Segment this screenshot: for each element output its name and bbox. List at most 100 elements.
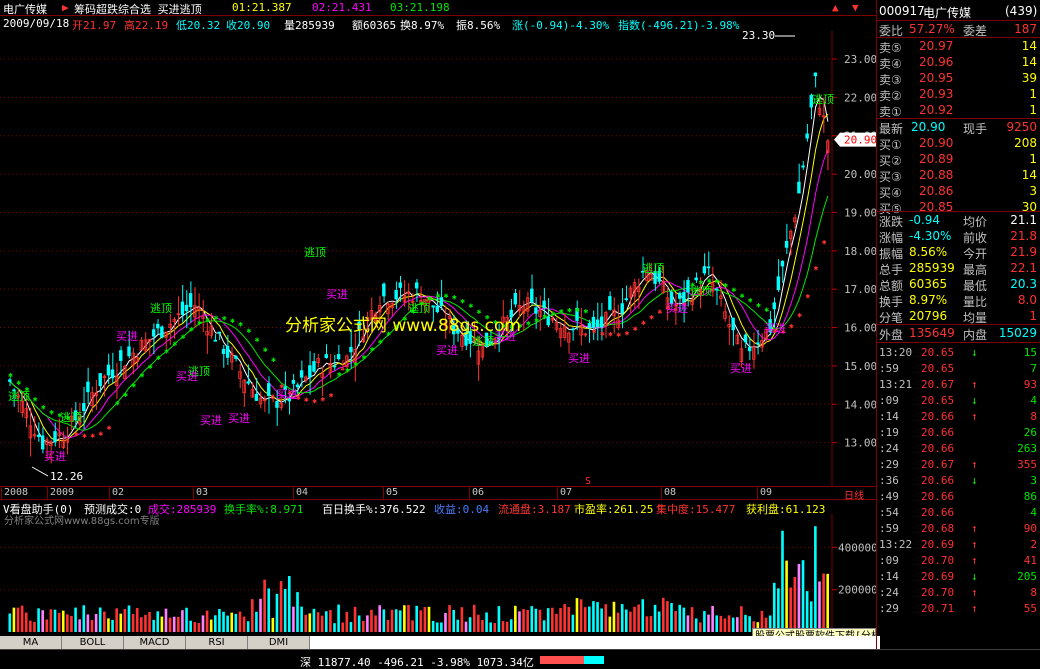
title-bar: 电广传媒 ▶ 筹码超跌综合选 买进逃顶 01:21.387 02:21.431 … <box>0 0 876 16</box>
buy-signal-label: 买进 <box>764 322 786 335</box>
signal-mark: ✱ <box>189 324 194 333</box>
volume-bar <box>740 606 743 632</box>
tick-cell: 20.65 <box>921 362 955 375</box>
volume-bar <box>588 606 591 632</box>
month-divider <box>661 487 662 499</box>
tab-dmi[interactable]: DMI <box>248 636 310 649</box>
volume-bar <box>526 609 529 632</box>
volume-bar <box>514 605 517 632</box>
volume-bar <box>805 591 809 632</box>
tab-macd[interactable]: MACD <box>124 636 186 649</box>
candle <box>542 300 546 309</box>
tick-row: :09 20.65 ↓ 4 <box>879 394 1039 409</box>
volume-bar <box>218 609 221 632</box>
volume-bar <box>686 615 690 632</box>
volume-bar <box>534 608 538 632</box>
volume-bar <box>41 610 44 632</box>
volume-bar <box>312 608 316 632</box>
candle <box>160 326 164 338</box>
volume-bar <box>246 621 250 632</box>
tick-cell: :14 <box>879 410 899 423</box>
sell-row-cell: 1 <box>1029 87 1037 101</box>
sell-row-cell: 1 <box>1029 103 1037 117</box>
candle <box>180 301 185 315</box>
volume-bar <box>90 620 94 632</box>
signal-mark: ✱ <box>789 322 794 331</box>
volume-chart[interactable]: 分析家公式网www.88gs.com专版 400000 200000 <box>0 514 876 635</box>
volume-bar <box>86 614 90 632</box>
down-arrow-icon[interactable]: ▼ <box>852 1 859 14</box>
volume-bar <box>575 598 579 632</box>
tab-boll[interactable]: BOLL <box>62 636 124 649</box>
kline-chart[interactable]: ✱✱✱✱✱✱ ✱ ✱✱ ✱ ✱ ✱✱✱✱✱✱✱✱✱✱✱✱✱ ✱ ✱ ✱ ✱ ✱✱✱✱✱✱✱✱ ✱ ✱ ✱ ✱… <box>0 31 876 486</box>
signal-mark: ✱ <box>797 311 802 320</box>
signal-mark: ✱ <box>460 296 465 305</box>
buy-row-cell: 14 <box>1021 168 1037 182</box>
tick-row: 13:21 20.67 ↑ 93 <box>879 378 1039 393</box>
volume-bar <box>481 619 484 632</box>
signal-mark: ✱ <box>600 329 605 338</box>
volume-bar <box>657 611 661 632</box>
volume-bar <box>477 614 480 632</box>
tick-row: :19 20.66 26 <box>879 426 1039 441</box>
tick-row: :14 20.69 ↓ 205 <box>879 570 1039 585</box>
sell-row-cell: 39 <box>1021 71 1037 85</box>
volume-bar <box>160 616 164 632</box>
signal-mark: ✱ <box>156 353 161 362</box>
indicator-tabs: MA BOLL MACD RSI DMI <box>0 636 880 649</box>
candle <box>324 354 328 359</box>
volume-bar <box>625 609 628 632</box>
candle <box>398 282 402 288</box>
max-price-label: 23.30 <box>742 31 775 42</box>
candle <box>308 365 312 378</box>
volume-bar <box>419 610 423 632</box>
volume-bar <box>287 575 291 632</box>
indicator-arrow-icon[interactable]: ▶ <box>62 1 69 14</box>
signal-mark: ✱ <box>320 395 325 404</box>
signal-mark: ✱ <box>172 339 177 348</box>
month-divider <box>469 487 470 499</box>
signal-mark: ✱ <box>140 371 145 380</box>
volume-bar <box>563 604 566 632</box>
signal-mark: ✱ <box>764 305 769 314</box>
volume-bar <box>263 579 266 632</box>
o1-value: 01:21.387 <box>232 1 292 14</box>
up-arrow-icon[interactable]: ▲ <box>832 1 839 14</box>
escape-signal-label: 逃顶 <box>408 302 430 315</box>
tick-cell: 20.67 <box>921 378 955 391</box>
tab-rsi[interactable]: RSI <box>186 636 248 649</box>
signal-mark: ✱ <box>361 353 366 362</box>
volume-bar <box>472 604 476 632</box>
volume-bar <box>727 615 731 632</box>
indicator-name[interactable]: 筹码超跌综合选 买进逃顶 <box>74 1 202 17</box>
volume-bar <box>308 613 312 632</box>
volume-bar <box>250 599 254 632</box>
buy-row: 买① 20.90 208 <box>879 135 1039 152</box>
buy-row-cell: 20.86 <box>919 184 954 198</box>
stock-name[interactable]: 电广传媒 <box>3 1 47 17</box>
volume-bar <box>386 619 390 632</box>
signal-mark: ✱ <box>616 330 621 339</box>
volume-bar <box>772 582 776 632</box>
panel-separator <box>877 342 1040 343</box>
volume-bar <box>185 607 188 632</box>
signal-mark: ✱ <box>435 291 440 300</box>
month-divider <box>1 487 2 499</box>
tick-cell: 205 <box>1017 570 1037 583</box>
volume-bar <box>74 607 77 632</box>
panel-header-cell: 000917 <box>879 4 925 18</box>
candle <box>299 370 304 378</box>
signal-mark: ✱ <box>82 431 87 440</box>
tab-ma[interactable]: MA <box>0 636 62 649</box>
sell-row-cell: 20.95 <box>919 71 954 85</box>
tick-cell: 86 <box>1023 490 1037 503</box>
inner-outer-row-cell: 内盘 <box>963 328 988 342</box>
tick-cell: 20.71 <box>921 602 955 615</box>
buy-row-cell: 208 <box>1014 136 1037 150</box>
volume-bar <box>378 605 382 632</box>
volume-bar <box>411 620 414 632</box>
signal-mark: ✱ <box>452 293 457 302</box>
candle <box>439 297 444 307</box>
volume-bar <box>66 614 69 632</box>
volume-bar <box>555 613 558 632</box>
